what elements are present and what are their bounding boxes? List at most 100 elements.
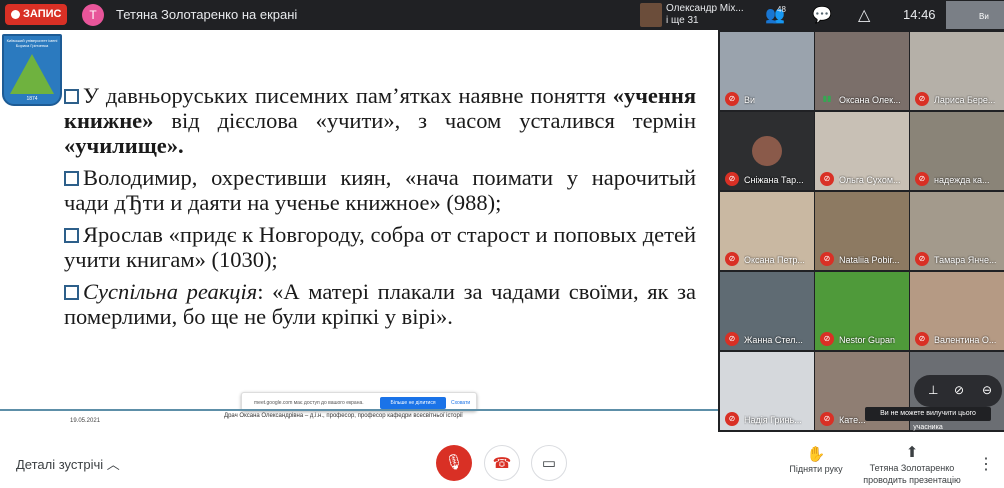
mic-muted-icon: ⊘ (725, 172, 739, 186)
checkbox-bullet-icon (64, 285, 79, 300)
stop-sharing-button[interactable]: Більше не ділитися (380, 397, 446, 409)
mic-muted-icon: ⊘ (725, 332, 739, 346)
end-call-button[interactable]: ☎ (484, 445, 520, 481)
participant-tile[interactable]: ⊘ Ви (720, 32, 814, 110)
recording-label: ЗАПИС (23, 8, 62, 20)
hang-up-icon: ☎ (492, 455, 512, 472)
checkbox-bullet-icon (64, 171, 79, 186)
participant-avatar (752, 136, 782, 166)
mic-muted-icon: ⊘ (820, 172, 834, 186)
logo-emblem (10, 54, 54, 94)
mic-off-icon: 🎙 (444, 454, 464, 471)
share-notice-text: meet.google.com має доступ до вашого екр… (254, 400, 364, 406)
presenter-avatar: Т (82, 4, 104, 26)
participant-name: Лариса Бере... (934, 95, 996, 105)
record-dot-icon (11, 10, 20, 19)
raise-hand-button[interactable]: ✋ Підняти руку (776, 446, 856, 474)
remove-participant-tooltip: Ви не можете вилучити цього учасника (865, 407, 991, 431)
host-more: і ще 31 (666, 15, 699, 26)
present-icon: ⬆ (905, 444, 919, 461)
participant-tile[interactable]: ⊘ Сніжана Тар... (720, 112, 814, 190)
participants-count: 48 (777, 5, 786, 14)
meeting-details-button[interactable]: Деталі зустрічі ︿ (16, 454, 120, 473)
slide-divider (0, 409, 718, 411)
slide-paragraph-1: У давньоруських писемних пам’ятках наявн… (64, 83, 696, 158)
recording-badge[interactable]: ЗАПИС (5, 4, 67, 25)
participant-tile[interactable]: ⊘ Надія Гринь... (720, 352, 814, 430)
participant-tile[interactable]: ⊘ Лариса Бере... (910, 32, 1004, 110)
participant-tile[interactable]: ⊘ Тамара Янче... (910, 192, 1004, 270)
participant-name: Оксана Петр... (744, 255, 805, 265)
mic-muted-icon: ⊘ (725, 252, 739, 266)
more-options-icon[interactable]: ⋮ (978, 454, 994, 474)
presenting-label: проводить презентацію (863, 475, 961, 485)
camera-button[interactable]: ▭ (531, 445, 567, 481)
participant-name: Ольга Сухом... (839, 175, 901, 185)
mic-muted-icon[interactable]: ⊘ (954, 383, 964, 397)
participant-name: надежда ка... (934, 175, 990, 185)
participant-tile[interactable]: ⊘ надежда ка... (910, 112, 1004, 190)
mic-muted-icon: ⊘ (820, 252, 834, 266)
participant-name: Кате... (839, 415, 866, 425)
mic-muted-icon: ⊘ (820, 412, 834, 426)
host-name: Олександр Міх... (666, 3, 744, 14)
presenting-button[interactable]: ⬆ Тетяна Золотаренко проводить презентацію (852, 444, 972, 486)
bottom-bar: Деталі зустрічі ︿ 🎙 ☎ ▭ ✋ Підняти руку ⬆ Т… (0, 432, 1004, 488)
participant-tile[interactable]: ⊘ Nataliia Pobir... (815, 192, 909, 270)
logo-text: Київський університет імені Бориса Грінч… (6, 38, 58, 48)
slide-author: Драч Оксана Олександрівна – д.і.н., проф… (224, 413, 463, 419)
mic-off-button[interactable]: 🎙 (436, 445, 472, 481)
participant-name: Надія Гринь... (744, 415, 802, 425)
participant-tile[interactable]: ⊘ Жанна Стел... (720, 272, 814, 350)
participant-tile[interactable]: ⊘ Nestor Gupan (815, 272, 909, 350)
presenting-name: Тетяна Золотаренко (869, 463, 955, 473)
slide-paragraph-4: Суспільна реакція: «А матері плакали за … (64, 279, 696, 329)
participant-tile[interactable]: ⊘ Ольга Сухом... (815, 112, 909, 190)
university-logo: Київський університет імені Бориса Грінч… (2, 34, 62, 106)
activities-icon[interactable]: △ (858, 5, 870, 25)
participant-name: Nestor Gupan (839, 335, 896, 345)
participant-name: Валентина О... (934, 335, 997, 345)
slide-paragraph-2: Володимир, охрестивши киян, «нача поимат… (64, 165, 696, 215)
tile-hover-controls: ⊥ ⊘ ⊖ (914, 375, 1002, 407)
logo-year: 1874 (26, 96, 38, 102)
mic-muted-icon: ⊘ (725, 412, 739, 426)
host-info: Олександр Міх... і ще 31 (666, 3, 744, 27)
participant-name: Nataliia Pobir... (839, 255, 900, 265)
mic-muted-icon: ⊘ (915, 172, 929, 186)
participant-name: Оксана Олек... (839, 95, 901, 105)
mic-muted-icon: ⊘ (915, 252, 929, 266)
participant-tile[interactable]: ▮▮ Оксана Олек... (815, 32, 909, 110)
mic-muted-icon: ⊘ (725, 92, 739, 106)
clock: 14:46 (903, 7, 936, 22)
chat-icon[interactable]: 💬 (812, 5, 832, 25)
mic-muted-icon: ⊘ (820, 332, 834, 346)
self-label: Ви (979, 12, 989, 21)
slide-paragraph-3: Ярослав «придє к Новгороду, собра от ста… (64, 222, 696, 272)
details-label: Деталі зустрічі (16, 457, 104, 472)
remove-icon[interactable]: ⊖ (982, 383, 992, 397)
chevron-up-icon: ︿ (106, 457, 120, 472)
participant-name: Жанна Стел... (744, 335, 803, 345)
mic-muted-icon: ⊘ (915, 332, 929, 346)
slide-date: 19.05.2021 (70, 418, 101, 424)
raise-hand-label: Підняти руку (789, 464, 843, 474)
checkbox-bullet-icon (64, 228, 79, 243)
checkbox-bullet-icon (64, 89, 79, 104)
pin-icon[interactable]: ⊥ (928, 383, 938, 397)
host-avatar (640, 3, 662, 27)
participant-name: Сніжана Тар... (744, 175, 804, 185)
participants-grid: ⊘ Ви ▮▮ Оксана Олек... ⊘ Лариса Бере... ⊘ Сніжа… (718, 30, 1004, 432)
presenter-title: Тетяна Золотаренко на екрані (116, 7, 298, 22)
participant-name: Ви (744, 95, 756, 105)
participant-tile[interactable]: ⊘ Валентина О... (910, 272, 1004, 350)
hide-button[interactable]: Сховати (451, 400, 470, 406)
camera-icon: ▭ (541, 455, 557, 472)
speaking-icon: ▮▮ (822, 94, 832, 103)
participant-tile[interactable]: ⊘ Оксана Петр... (720, 192, 814, 270)
hand-icon: ✋ (806, 446, 826, 463)
participant-name: Тамара Янче... (934, 255, 997, 265)
mic-muted-icon: ⊘ (915, 92, 929, 106)
slide-body: У давньоруських писемних пам’ятках наявн… (64, 83, 696, 336)
self-thumbnail[interactable]: Ви (946, 1, 1004, 29)
